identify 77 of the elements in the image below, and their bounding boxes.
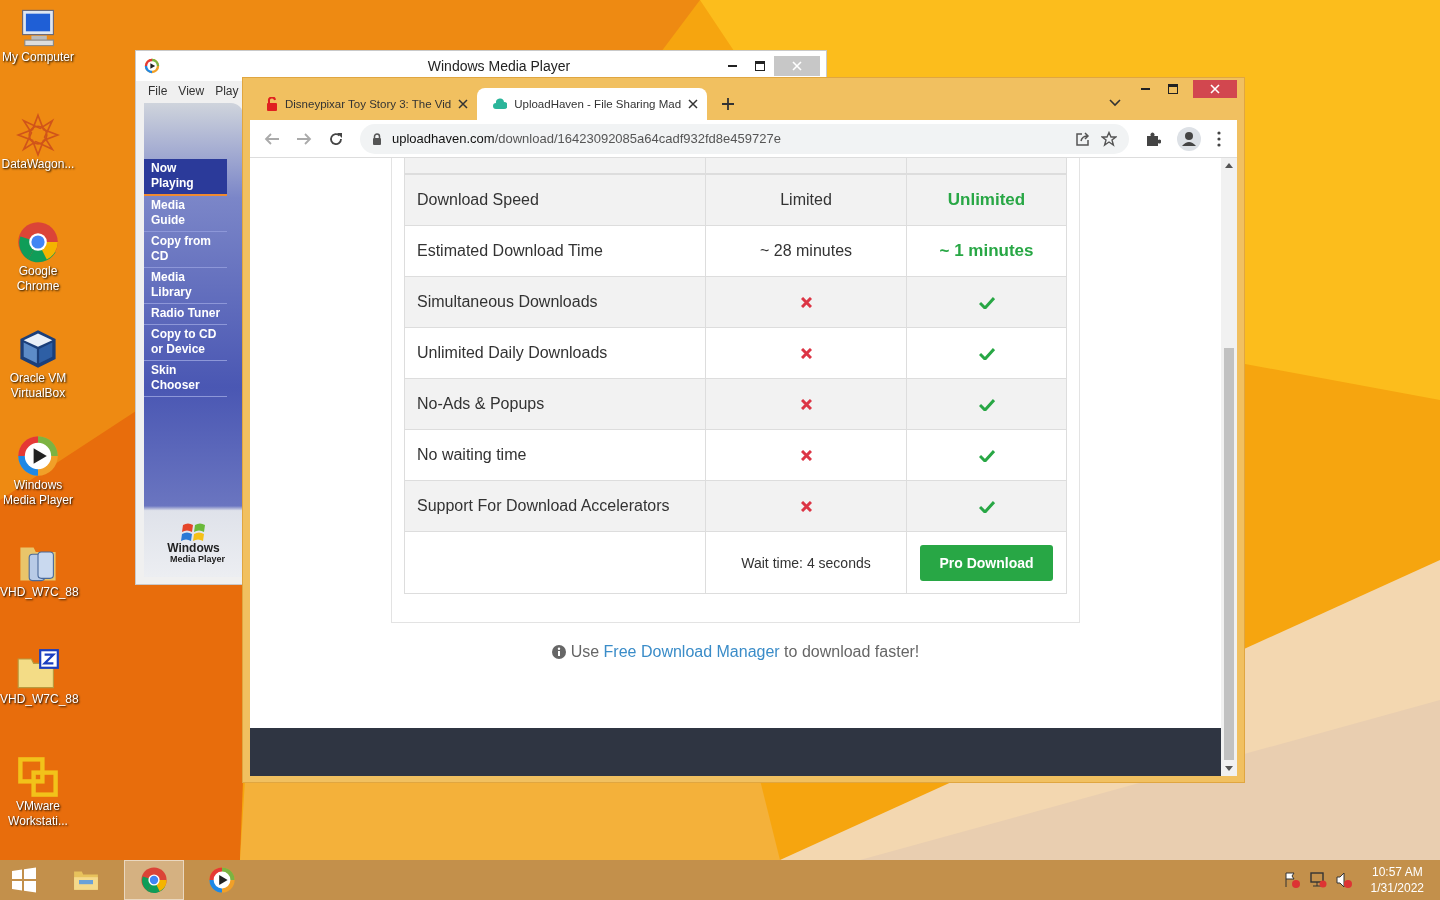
arrow-up-icon[interactable] (1225, 162, 1233, 168)
new-tab-icon[interactable] (721, 97, 736, 111)
browser-tab[interactable]: Disneypixar Toy Story 3: The Vid (250, 88, 478, 120)
network-warning-icon[interactable] (1308, 871, 1327, 889)
chevron-down-icon[interactable] (1109, 99, 1121, 107)
close-button[interactable] (1193, 80, 1237, 98)
arrow-down-icon[interactable] (1225, 766, 1233, 772)
info-icon (551, 645, 566, 659)
reload-icon[interactable] (328, 130, 344, 147)
close-icon[interactable] (458, 99, 469, 109)
menu-item[interactable]: File (148, 84, 168, 98)
padlock-icon (266, 97, 278, 111)
menu-item[interactable]: View (178, 84, 205, 98)
puzzle-icon[interactable] (1145, 130, 1161, 147)
feature-cell: No waiting time (405, 430, 706, 480)
feature-cell: Download Speed (405, 175, 706, 225)
overlapping-squares-icon (16, 755, 60, 799)
wait-time-text: Wait time: 4 seconds (706, 532, 907, 593)
media-player-icon (16, 434, 60, 478)
tab-title: UploadHaven - File Sharing Mad (514, 98, 682, 110)
desktop-icon-label[interactable]: VMware Workstati... (0, 799, 76, 829)
flag-logo-icon (180, 521, 207, 543)
nav-item[interactable]: Media Guide (144, 196, 227, 232)
feature-cell: Estimated Download Time (405, 226, 706, 276)
windows-logo-icon (11, 867, 37, 893)
feature-cell: Unlimited Daily Downloads (405, 328, 706, 378)
menu-item[interactable]: Play (215, 84, 239, 98)
feature-cell: Support For Download Accelerators (405, 481, 706, 531)
table-cell: ~ 28 minutes (706, 226, 907, 276)
pro-download-button[interactable]: Pro Download (920, 544, 1053, 581)
tab-title: Disneypixar Toy Story 3: The Vid (285, 98, 452, 110)
lock-icon (372, 132, 382, 145)
feature-cell: Simultaneous Downloads (405, 277, 706, 327)
flag-warning-icon[interactable] (1282, 871, 1301, 889)
nav-item[interactable]: Radio Tuner (144, 304, 227, 325)
notice-text: Use Free Download Manager to download faster! (570, 643, 920, 661)
speaker-muted-icon[interactable] (1334, 871, 1353, 889)
desktop-icon-label[interactable]: Windows Media Player (0, 478, 76, 508)
url-text: uploadhaven.com/download/16423092085a64cadf932fd8e459727e (392, 131, 782, 146)
download-manager-link[interactable]: Free Download Manager (603, 643, 780, 660)
window-title: Windows Media Player (426, 58, 572, 74)
cloud-icon (493, 98, 508, 110)
feature-cell: No-Ads & Popups (405, 379, 706, 429)
logo-text: Media Player (169, 554, 225, 565)
profile-icon[interactable] (1177, 126, 1201, 151)
nav-item[interactable]: Skin Chooser (144, 361, 227, 397)
browser-tab[interactable]: UploadHaven - File Sharing Mad (477, 88, 708, 120)
table-cell: Limited (706, 175, 907, 225)
address-bar[interactable]: uploadhaven.com/download/16423092085a64cadf932fd8e459727e (360, 123, 1129, 154)
clock-time[interactable]: 10:57 AM (1371, 864, 1423, 880)
table-cell-text: Unlimited (946, 189, 1027, 211)
menu-icon[interactable] (1217, 130, 1221, 147)
taskbar-button[interactable] (124, 860, 184, 900)
mandala-icon (16, 113, 60, 157)
desktop-icon-label[interactable]: DataWagon... (0, 157, 76, 172)
nav-item[interactable]: Copy from CD (144, 232, 227, 268)
media-player-icon (144, 58, 160, 74)
clock-date[interactable]: 1/31/2022 (1370, 880, 1424, 896)
media-player-icon[interactable] (208, 866, 236, 894)
desktop-icon-label[interactable]: VHD_W7C_88 (0, 692, 76, 707)
star-icon[interactable] (1101, 130, 1117, 147)
nav-item[interactable]: Media Library (144, 268, 227, 304)
nav-item[interactable]: Now Playing (144, 159, 227, 196)
scrollbar[interactable] (1221, 158, 1237, 776)
desktop-icon-label[interactable]: VHD_W7C_88 (0, 585, 76, 600)
nav-item[interactable]: Copy to CD or Device (144, 325, 227, 361)
desktop-icon-label[interactable]: My Computer (0, 50, 76, 65)
desktop-icon-label[interactable]: Oracle VM VirtualBox (0, 371, 76, 401)
close-icon (792, 61, 802, 71)
table-cell-text: ~ 1 minutes (938, 240, 1035, 262)
chrome-icon[interactable] (140, 866, 168, 894)
close-icon (1210, 84, 1220, 94)
close-icon[interactable] (688, 99, 699, 109)
desktop-icon-label[interactable]: Google Chrome (0, 264, 76, 294)
share-icon[interactable] (1075, 130, 1091, 147)
logo-text: Windows (167, 543, 220, 554)
chrome-icon (16, 220, 60, 264)
